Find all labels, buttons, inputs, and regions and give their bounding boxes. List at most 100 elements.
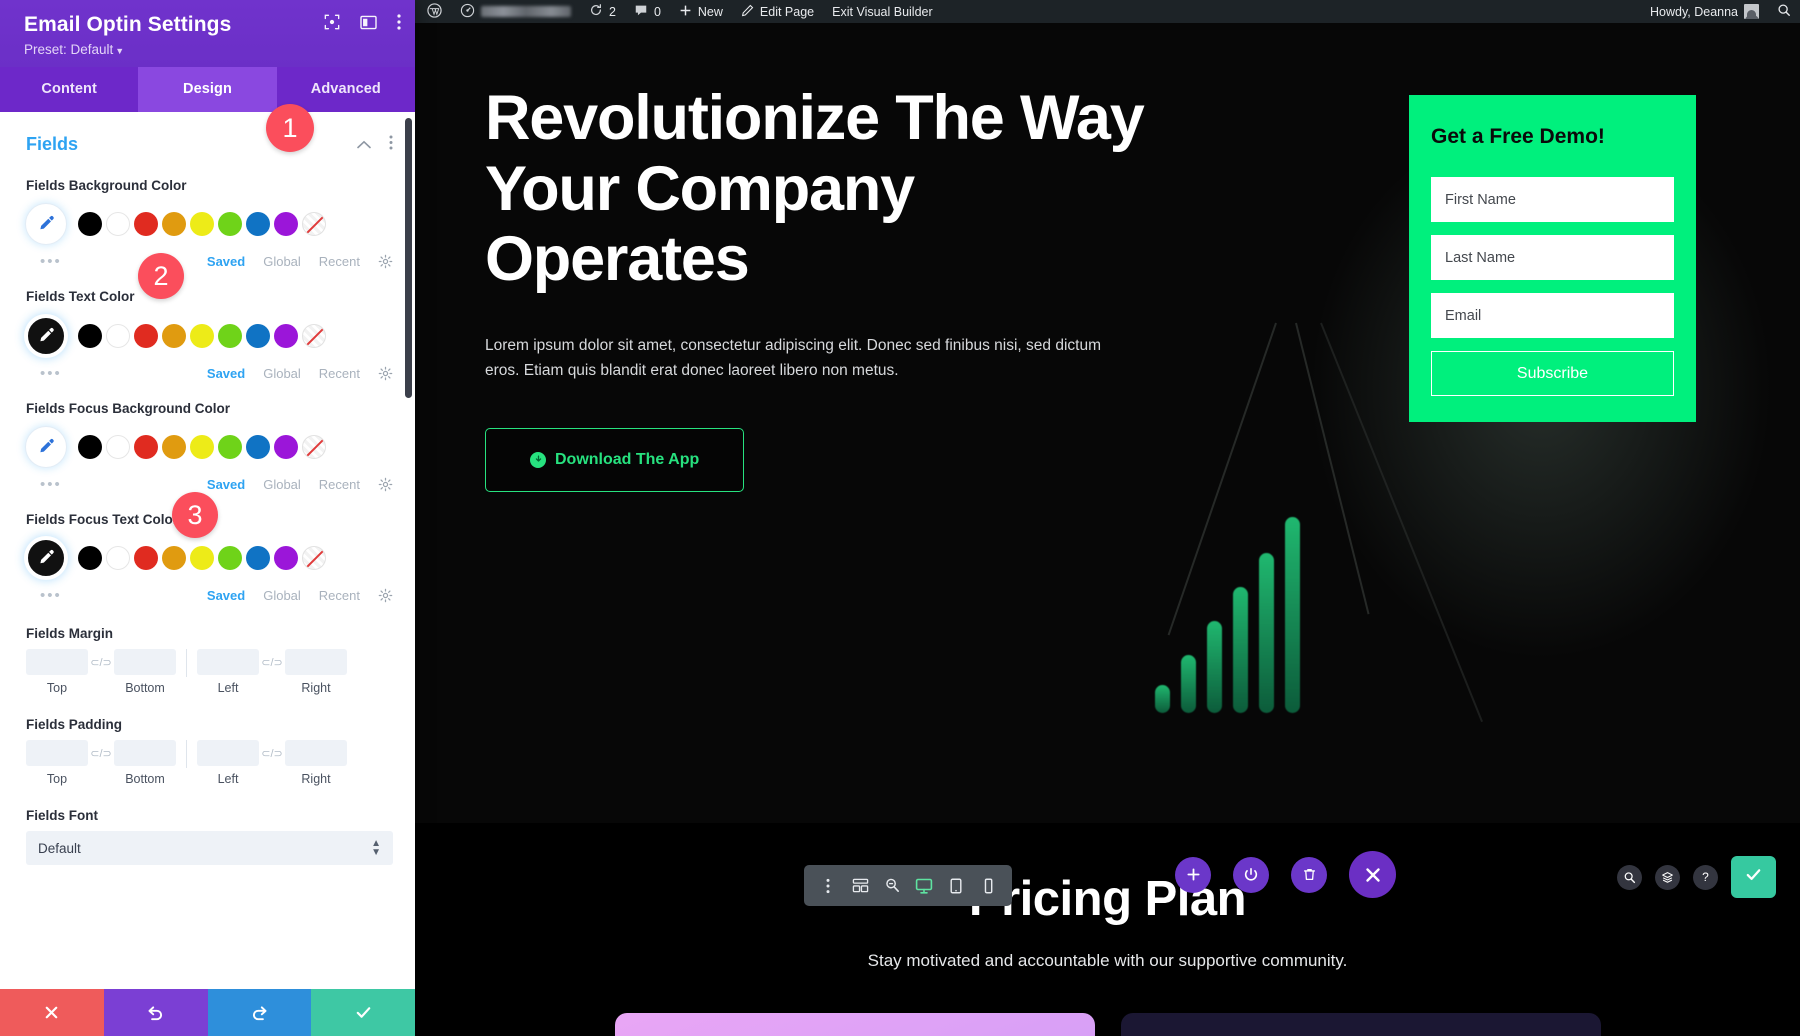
margin-bottom-input[interactable]	[114, 649, 176, 676]
save-button[interactable]	[311, 989, 415, 1036]
swatch-red[interactable]	[134, 212, 158, 237]
swatch-black[interactable]	[78, 546, 102, 571]
panel-scrollbar[interactable]	[405, 118, 412, 399]
new-item[interactable]: New	[670, 0, 732, 23]
gear-icon[interactable]	[378, 588, 393, 603]
padding-top-input[interactable]	[26, 740, 88, 767]
link-values-icon[interactable]: ⊂/⊃	[88, 656, 114, 689]
swatch-green[interactable]	[218, 212, 242, 237]
swatch-red[interactable]	[134, 434, 158, 459]
layers-button[interactable]	[1655, 864, 1680, 890]
undo-button[interactable]	[103, 989, 208, 1036]
tab-design[interactable]: Design	[138, 67, 277, 113]
swatch-green[interactable]	[218, 546, 242, 571]
more-colors-icon[interactable]: •••	[40, 253, 62, 270]
swatch-white[interactable]	[106, 212, 130, 237]
padding-right-input[interactable]	[285, 740, 347, 767]
updates-item[interactable]: 2	[580, 0, 625, 23]
link-values-icon[interactable]: ⊂/⊃	[259, 656, 285, 689]
recent-link[interactable]: Recent	[319, 477, 360, 492]
phone-icon[interactable]	[972, 865, 1004, 906]
fields-font-select[interactable]: Default ▲ ▼	[26, 831, 393, 866]
focus-icon[interactable]	[324, 14, 340, 30]
margin-right-input[interactable]	[285, 649, 347, 676]
swatch-orange[interactable]	[162, 212, 186, 237]
margin-left-input[interactable]	[197, 649, 259, 676]
toggle-builder-button[interactable]	[1233, 856, 1269, 893]
swatch-red[interactable]	[134, 323, 158, 348]
swatch-white[interactable]	[106, 434, 130, 459]
subscribe-button[interactable]: Subscribe	[1431, 351, 1674, 396]
swatch-transparent[interactable]	[302, 323, 326, 348]
desktop-icon[interactable]	[908, 865, 940, 906]
swatch-purple[interactable]	[274, 546, 298, 571]
swatch-purple[interactable]	[274, 434, 298, 459]
color-picker-button[interactable]	[26, 315, 66, 356]
swatch-purple[interactable]	[274, 212, 298, 237]
dashboard-item[interactable]	[451, 0, 580, 23]
swatch-transparent[interactable]	[302, 434, 326, 459]
swatch-yellow[interactable]	[190, 434, 214, 459]
margin-top-input[interactable]	[26, 649, 88, 676]
wireframe-icon[interactable]	[844, 865, 876, 906]
swatch-white[interactable]	[106, 546, 130, 571]
section-fields-header[interactable]: Fields	[26, 112, 393, 159]
help-button[interactable]: ?	[1693, 864, 1718, 890]
color-picker-button[interactable]	[26, 426, 66, 467]
recent-link[interactable]: Recent	[319, 254, 360, 269]
saved-link[interactable]: Saved	[207, 366, 245, 381]
tablet-icon[interactable]	[940, 865, 972, 906]
color-picker-button[interactable]	[26, 538, 66, 579]
swatch-green[interactable]	[218, 434, 242, 459]
more-vertical-icon[interactable]	[812, 865, 844, 906]
more-colors-icon[interactable]: •••	[40, 365, 62, 382]
gear-icon[interactable]	[378, 477, 393, 492]
tab-content[interactable]: Content	[0, 67, 138, 112]
first-name-input[interactable]: First Name	[1431, 177, 1674, 222]
admin-search-button[interactable]	[1768, 0, 1800, 23]
swatch-orange[interactable]	[162, 434, 186, 459]
swatch-orange[interactable]	[162, 546, 186, 571]
more-colors-icon[interactable]: •••	[40, 476, 62, 493]
exit-visual-builder-item[interactable]: Exit Visual Builder	[823, 0, 942, 23]
global-link[interactable]: Global	[263, 477, 301, 492]
panel-preset[interactable]: Preset: Default ▼	[24, 42, 397, 57]
close-builder-button[interactable]	[1349, 851, 1396, 898]
recent-link[interactable]: Recent	[319, 588, 360, 603]
color-picker-button[interactable]	[26, 204, 66, 245]
swatch-blue[interactable]	[246, 434, 270, 459]
discard-button[interactable]	[0, 989, 104, 1036]
swatch-green[interactable]	[218, 323, 242, 348]
swatch-white[interactable]	[106, 323, 130, 348]
pricing-card-pro[interactable]: Pro	[614, 1013, 1095, 1036]
howdy-item[interactable]: Howdy, Deanna	[1641, 0, 1768, 23]
swatch-blue[interactable]	[246, 546, 270, 571]
padding-bottom-input[interactable]	[114, 740, 176, 767]
comments-item[interactable]: 0	[625, 0, 670, 23]
email-input[interactable]: Email	[1431, 293, 1674, 338]
swatch-purple[interactable]	[274, 323, 298, 348]
saved-link[interactable]: Saved	[207, 477, 245, 492]
zoom-out-icon[interactable]	[876, 865, 908, 906]
swatch-transparent[interactable]	[302, 546, 326, 571]
download-app-button[interactable]: Download The App	[485, 427, 745, 492]
swatch-black[interactable]	[78, 434, 102, 459]
global-link[interactable]: Global	[263, 366, 301, 381]
saved-link[interactable]: Saved	[207, 254, 245, 269]
swatch-transparent[interactable]	[302, 212, 326, 237]
email-optin-module[interactable]: Get a Free Demo! First Name Last Name Em…	[1409, 95, 1696, 422]
link-values-icon[interactable]: ⊂/⊃	[259, 747, 285, 780]
padding-left-input[interactable]	[197, 740, 259, 767]
save-button[interactable]	[1731, 856, 1776, 898]
recent-link[interactable]: Recent	[319, 366, 360, 381]
swatch-blue[interactable]	[246, 323, 270, 348]
swatch-black[interactable]	[78, 212, 102, 237]
search-button[interactable]	[1617, 864, 1642, 890]
swatch-blue[interactable]	[246, 212, 270, 237]
gear-icon[interactable]	[378, 366, 393, 381]
swatch-orange[interactable]	[162, 323, 186, 348]
last-name-input[interactable]: Last Name	[1431, 235, 1674, 280]
swatch-yellow[interactable]	[190, 546, 214, 571]
edit-page-item[interactable]: Edit Page	[732, 0, 823, 23]
wordpress-logo-item[interactable]	[415, 0, 451, 23]
